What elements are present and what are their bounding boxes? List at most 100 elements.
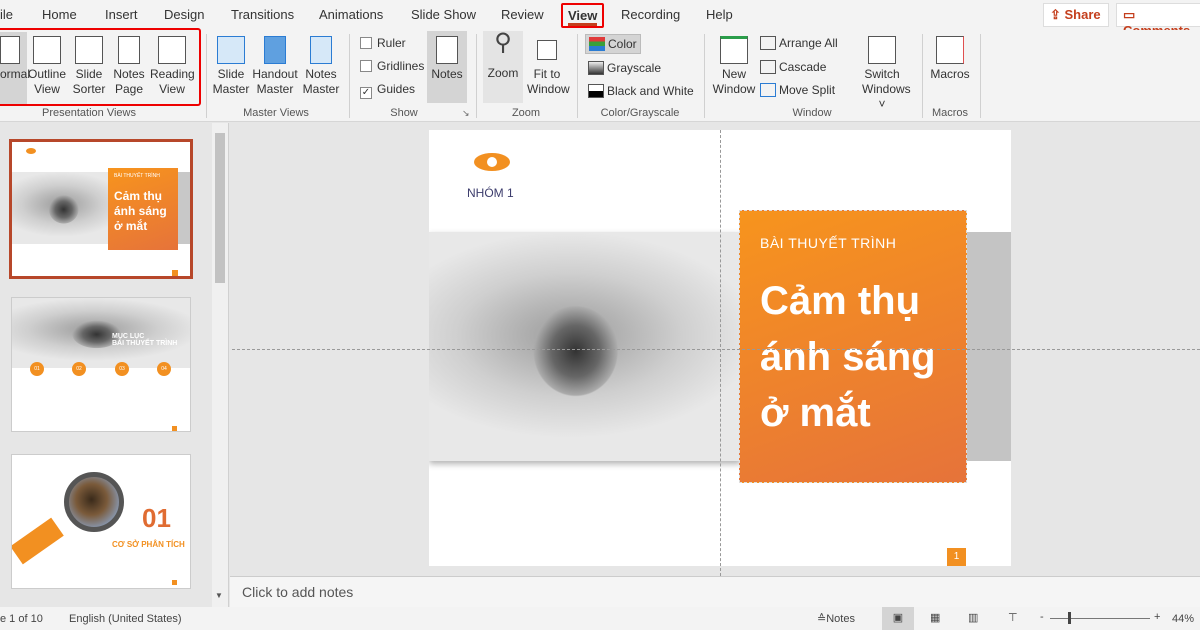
macros-button[interactable]: Macros: [928, 36, 972, 82]
label: Macros: [930, 67, 970, 81]
tab-help[interactable]: Help: [706, 7, 733, 22]
reading-view-icon[interactable]: ▥: [968, 611, 978, 624]
section-title: CƠ SỞ PHÂN TÍCH: [112, 540, 185, 549]
label: Notes Master: [302, 67, 340, 96]
eye-logo-icon: [474, 153, 510, 171]
vertical-guide[interactable]: [720, 130, 721, 576]
t: Cảm thụ: [760, 279, 920, 323]
tab-home[interactable]: Home: [42, 7, 77, 22]
slide-thumbnail-2[interactable]: MỤC LỤC BÀI THUYẾT TRÌNH 01 02 03 04: [11, 297, 191, 432]
zoom-slider[interactable]: [1050, 612, 1150, 624]
label: Switch Windows ˅: [862, 67, 911, 111]
ruler-checkbox[interactable]: Ruler: [360, 36, 406, 50]
gridlines-checkbox[interactable]: Gridlines: [360, 59, 424, 73]
macros-icon: [936, 36, 964, 64]
group-label: Window: [792, 107, 832, 119]
arrange-all-icon: [760, 36, 776, 50]
notes-page-icon: [118, 36, 140, 64]
scrollbar-thumb[interactable]: [215, 133, 225, 283]
slide-thumbnail-1[interactable]: BÀI THUYẾT TRÌNH Cảm thụ ánh sáng ở mắt: [9, 139, 193, 279]
zoom-level[interactable]: 44%: [1172, 613, 1194, 625]
black-white-button[interactable]: Black and White: [588, 84, 694, 98]
slide-sorter-button[interactable]: Slide Sorter: [71, 36, 107, 97]
reading-view-button[interactable]: Reading View: [150, 36, 195, 97]
eye-logo-icon: [26, 148, 36, 154]
group-name: NHÓM 1: [467, 186, 514, 200]
new-window-icon: [720, 36, 748, 64]
notes-button[interactable]: ≙Notes: [817, 612, 855, 625]
color-button[interactable]: Color: [585, 34, 641, 54]
divider: [922, 34, 923, 118]
label: Zoom: [487, 66, 519, 80]
label: Grayscale: [607, 61, 662, 75]
notes-master-button[interactable]: Notes Master: [301, 36, 341, 97]
zoom-out-icon[interactable]: -: [1040, 611, 1044, 623]
outline-view-button[interactable]: Outline View: [27, 36, 67, 97]
tab-insert[interactable]: Insert: [105, 7, 138, 22]
fit-to-window-button[interactable]: Fit to Window: [527, 36, 570, 97]
zoom-slider-thumb[interactable]: [1068, 612, 1071, 624]
checkbox-icon: [360, 60, 372, 72]
zoom-icon: ⚲: [494, 29, 512, 56]
title-box: BÀI THUYẾT TRÌNH Cảm thụ ánh sáng ở mắt: [108, 168, 178, 250]
label: Move Split: [779, 83, 836, 97]
dialog-launcher-icon[interactable]: ↘: [462, 108, 470, 119]
tab-review[interactable]: Review: [501, 7, 544, 22]
guides-checkbox[interactable]: ✓ Guides: [360, 82, 415, 99]
comments-button[interactable]: ▭ Comments: [1116, 3, 1200, 38]
toc-title: MỤC LỤC BÀI THUYẾT TRÌNH: [112, 333, 177, 347]
t: BÀI THUYẾT TRÌNH: [112, 340, 178, 347]
horizontal-guide[interactable]: [232, 349, 1200, 350]
arrange-all-button[interactable]: Arrange All: [760, 36, 838, 50]
tab-design[interactable]: Design: [164, 7, 204, 22]
label: New Window: [712, 67, 756, 96]
notes-pane[interactable]: Click to add notes: [230, 576, 1200, 607]
language-indicator[interactable]: English (United States): [69, 613, 182, 625]
eye-image: [429, 232, 741, 461]
new-window-button[interactable]: New Window: [710, 36, 758, 97]
handout-master-button[interactable]: Handout Master: [251, 36, 299, 97]
notes-page-button[interactable]: Notes Page: [111, 36, 147, 97]
label: Slide Master: [212, 67, 250, 96]
tab-recording[interactable]: Recording: [621, 7, 680, 22]
switch-windows-button[interactable]: Switch Windows ˅: [850, 36, 914, 112]
fit-window-icon: [537, 40, 557, 60]
zoom-button[interactable]: ⚲ Zoom: [483, 31, 523, 103]
reading-view-icon: [158, 36, 186, 64]
normal-view-icon[interactable]: ▣: [882, 607, 914, 630]
label: Notes: [431, 67, 463, 81]
move-split-button[interactable]: Move Split: [760, 83, 835, 97]
share-button[interactable]: ⇪ Share: [1043, 3, 1109, 27]
grayscale-button[interactable]: Grayscale: [588, 61, 661, 75]
scroll-down-icon[interactable]: ▼: [215, 591, 223, 600]
label: Color: [608, 37, 637, 51]
thumbnail-scrollbar[interactable]: ▼: [212, 123, 228, 607]
label: Black and White: [607, 84, 694, 98]
cascade-button[interactable]: Cascade: [760, 60, 826, 74]
cascade-icon: [760, 60, 776, 74]
t: Cảm thụ: [114, 189, 162, 203]
label: Handout Master: [252, 67, 298, 96]
zoom-in-icon[interactable]: +: [1154, 611, 1160, 623]
switch-windows-icon: [868, 36, 896, 64]
tab-view[interactable]: View: [561, 3, 605, 28]
slide-sorter-icon[interactable]: ▦: [930, 611, 940, 624]
slideshow-icon[interactable]: ⊤: [1008, 611, 1018, 624]
tab-slide-show[interactable]: Slide Show: [411, 7, 476, 22]
slide-title: Cảm thụ ánh sáng ở mắt: [760, 273, 946, 441]
tab-view-label: View: [568, 8, 598, 26]
group-label: Macros: [931, 107, 969, 119]
slide-counter: e 1 of 10: [0, 613, 43, 625]
tab-animations[interactable]: Animations: [319, 7, 383, 22]
ribbon-tabs: ile Home Insert Design Transitions Anima…: [0, 0, 1200, 38]
notes-toggle-button[interactable]: Notes: [427, 31, 467, 103]
slide-master-button[interactable]: Slide Master: [211, 36, 251, 97]
slide-thumbnail-pane: BÀI THUYẾT TRÌNH Cảm thụ ánh sáng ở mắt MỤ…: [0, 123, 229, 607]
tab-transitions[interactable]: Transitions: [231, 7, 294, 22]
label: Guides: [377, 82, 416, 96]
handout-master-icon: [264, 36, 286, 64]
title-box[interactable]: BÀI THUYẾT TRÌNH Cảm thụ ánh sáng ở mắt: [739, 210, 967, 483]
slide-thumbnail-3[interactable]: 01 CƠ SỞ PHÂN TÍCH: [11, 454, 191, 589]
normal-view-button[interactable]: ormal: [0, 32, 30, 104]
tab-file[interactable]: ile: [0, 7, 13, 22]
